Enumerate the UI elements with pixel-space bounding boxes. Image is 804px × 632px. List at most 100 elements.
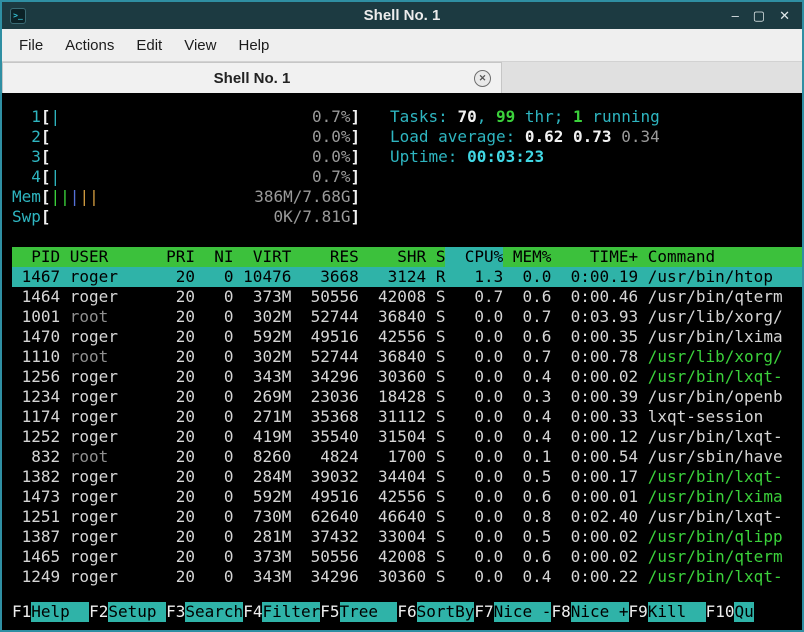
cell-ni: 0 bbox=[195, 487, 234, 507]
column-header-time[interactable]: TIME+ bbox=[551, 247, 638, 267]
process-row[interactable]: 1174roger200271M3536831112S0.00.40:00.33… bbox=[12, 407, 802, 427]
column-header-shr[interactable]: SHR bbox=[359, 247, 426, 267]
meter-bar: |||||386M/7.68G bbox=[51, 187, 351, 207]
process-row[interactable]: 1473roger200592M4951642556S0.00.60:00.01… bbox=[12, 487, 802, 507]
fkey-number: F4 bbox=[243, 602, 262, 622]
meter-cpu2: 2[0.0%] bbox=[12, 127, 364, 147]
menu-actions[interactable]: Actions bbox=[54, 32, 125, 59]
cell-pid: 1234 bbox=[12, 387, 60, 407]
tab-close-icon[interactable]: ✕ bbox=[474, 70, 491, 87]
process-row[interactable]: 832root200826048241700S0.00.10:00.54/usr… bbox=[12, 447, 802, 467]
cell-cpu: 0.7 bbox=[445, 287, 503, 307]
column-header-pid[interactable]: PID bbox=[12, 247, 60, 267]
terminal-screen[interactable]: 1[|0.7%] 2[0.0%] 3[0.0%] 4[|0.7%]Mem[|||… bbox=[2, 93, 802, 630]
cell-mem: 0.3 bbox=[503, 387, 551, 407]
cell-cpu: 0.0 bbox=[445, 347, 503, 367]
cell-virt: 592M bbox=[234, 327, 292, 347]
menu-help[interactable]: Help bbox=[227, 32, 280, 59]
tab-shell[interactable]: Shell No. 1 ✕ bbox=[2, 62, 502, 93]
minimize-icon[interactable]: – bbox=[732, 8, 739, 24]
process-row[interactable]: 1256roger200343M3429630360S0.00.40:00.02… bbox=[12, 367, 802, 387]
meter-ticks: | bbox=[51, 167, 61, 187]
cell-virt: 419M bbox=[234, 427, 292, 447]
cell-pri: 20 bbox=[156, 367, 195, 387]
process-row[interactable]: 1464roger200373M5055642008S0.70.60:00.46… bbox=[12, 287, 802, 307]
cell-virt: 281M bbox=[234, 527, 292, 547]
meter-swp: Swp[0K/7.81G] bbox=[12, 207, 364, 227]
info-tasks: Tasks: 70, 99 thr; 1 running bbox=[390, 107, 660, 127]
process-row[interactable]: 1465roger200373M5055642008S0.00.60:00.02… bbox=[12, 547, 802, 567]
htop-header-area: 1[|0.7%] 2[0.0%] 3[0.0%] 4[|0.7%]Mem[|||… bbox=[12, 107, 802, 227]
process-row[interactable]: 1470roger200592M4951642556S0.00.60:00.35… bbox=[12, 327, 802, 347]
cell-s: S bbox=[426, 527, 445, 547]
process-row[interactable]: 1252roger200419M3554031504S0.00.40:00.12… bbox=[12, 427, 802, 447]
cell-shr: 30360 bbox=[359, 367, 426, 387]
cell-command: /usr/sbin/have bbox=[638, 447, 782, 467]
column-header-res[interactable]: RES bbox=[291, 247, 358, 267]
process-row[interactable]: 1110root200302M5274436840S0.00.70:00.78/… bbox=[12, 347, 802, 367]
menu-file[interactable]: File bbox=[8, 32, 54, 59]
cell-virt: 271M bbox=[234, 407, 292, 427]
column-header-cpu[interactable]: CPU% bbox=[445, 247, 503, 267]
column-header-s[interactable]: S bbox=[426, 247, 445, 267]
column-header-command[interactable]: Command bbox=[638, 247, 715, 267]
cell-shr: 31504 bbox=[359, 427, 426, 447]
fkey-f8[interactable]: F8Nice + bbox=[551, 602, 628, 622]
cell-pri: 20 bbox=[156, 567, 195, 587]
function-key-bar: F1Help F2Setup F3SearchF4FilterF5Tree F6… bbox=[12, 602, 802, 622]
cell-shr: 42556 bbox=[359, 487, 426, 507]
cell-mem: 0.6 bbox=[503, 327, 551, 347]
cell-command: /usr/bin/qterm bbox=[638, 287, 782, 307]
cell-cpu: 0.0 bbox=[445, 367, 503, 387]
cell-virt: 373M bbox=[234, 287, 292, 307]
menu-edit[interactable]: Edit bbox=[125, 32, 173, 59]
process-row[interactable]: 1249roger200343M3429630360S0.00.40:00.22… bbox=[12, 567, 802, 587]
process-row-selected[interactable]: 1467roger2001047636683124R1.30.00:00.19/… bbox=[12, 267, 802, 287]
process-row[interactable]: 1234roger200269M2303618428S0.00.30:00.39… bbox=[12, 387, 802, 407]
cell-user: root bbox=[60, 347, 156, 367]
table-header-row: PIDUSERPRINIVIRTRESSHRSCPU%MEM%TIME+Comm… bbox=[12, 247, 802, 267]
fkey-f6[interactable]: F6SortBy bbox=[397, 602, 474, 622]
column-header-virt[interactable]: VIRT bbox=[234, 247, 292, 267]
meter-value: 0K/7.81G bbox=[273, 207, 350, 227]
fkey-label: Qu bbox=[734, 602, 753, 622]
cell-user: roger bbox=[60, 467, 156, 487]
fkey-f9[interactable]: F9Kill bbox=[629, 602, 706, 622]
process-row[interactable]: 1251roger200730M6264046640S0.00.80:02.40… bbox=[12, 507, 802, 527]
process-row[interactable]: 1382roger200284M3903234404S0.00.50:00.17… bbox=[12, 467, 802, 487]
close-icon[interactable]: ✕ bbox=[779, 8, 790, 24]
fkey-f1[interactable]: F1Help bbox=[12, 602, 89, 622]
cell-time: 0:00.19 bbox=[551, 267, 638, 287]
column-header-ni[interactable]: NI bbox=[195, 247, 234, 267]
column-header-pri[interactable]: PRI bbox=[156, 247, 195, 267]
fkey-f2[interactable]: F2Setup bbox=[89, 602, 166, 622]
meter-cpu3: 3[0.0%] bbox=[12, 147, 364, 167]
cell-time: 0:00.46 bbox=[551, 287, 638, 307]
cell-pri: 20 bbox=[156, 507, 195, 527]
process-row[interactable]: 1001root200302M5274436840S0.00.70:03.93/… bbox=[12, 307, 802, 327]
process-row[interactable]: 1387roger200281M3743233004S0.00.50:00.02… bbox=[12, 527, 802, 547]
cell-pri: 20 bbox=[156, 447, 195, 467]
fkey-label: Tree bbox=[340, 602, 398, 622]
maximize-icon[interactable]: ▢ bbox=[753, 8, 765, 24]
fkey-f7[interactable]: F7Nice - bbox=[474, 602, 551, 622]
fkey-label: Search bbox=[185, 602, 243, 622]
titlebar[interactable]: >_ Shell No. 1 – ▢ ✕ bbox=[2, 2, 802, 29]
cell-pid: 1464 bbox=[12, 287, 60, 307]
fkey-f3[interactable]: F3Search bbox=[166, 602, 243, 622]
fkey-label: SortBy bbox=[417, 602, 475, 622]
fkey-f10[interactable]: F10Qu bbox=[706, 602, 754, 622]
cell-pri: 20 bbox=[156, 287, 195, 307]
fkey-f4[interactable]: F4Filter bbox=[243, 602, 320, 622]
column-header-user[interactable]: USER bbox=[60, 247, 156, 267]
cell-virt: 592M bbox=[234, 487, 292, 507]
cell-res: 62640 bbox=[291, 507, 358, 527]
cell-ni: 0 bbox=[195, 447, 234, 467]
column-header-mem[interactable]: MEM% bbox=[503, 247, 551, 267]
cell-cpu: 0.0 bbox=[445, 407, 503, 427]
cell-user: roger bbox=[60, 427, 156, 447]
fkey-f5[interactable]: F5Tree bbox=[320, 602, 397, 622]
menu-view[interactable]: View bbox=[173, 32, 227, 59]
cell-shr: 42008 bbox=[359, 287, 426, 307]
meter-value: 0.0% bbox=[312, 127, 351, 147]
